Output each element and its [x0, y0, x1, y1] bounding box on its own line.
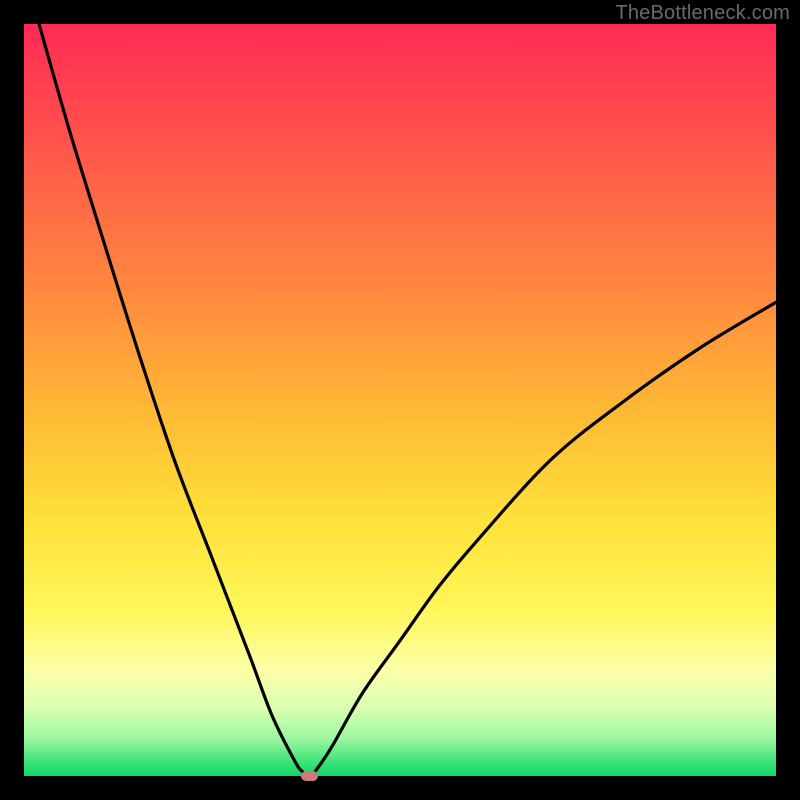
- bottleneck-curve: [24, 24, 776, 776]
- plot-area: [24, 24, 776, 776]
- watermark-text: TheBottleneck.com: [615, 2, 790, 25]
- optimal-marker: [301, 771, 318, 780]
- chart-frame: TheBottleneck.com: [0, 0, 800, 800]
